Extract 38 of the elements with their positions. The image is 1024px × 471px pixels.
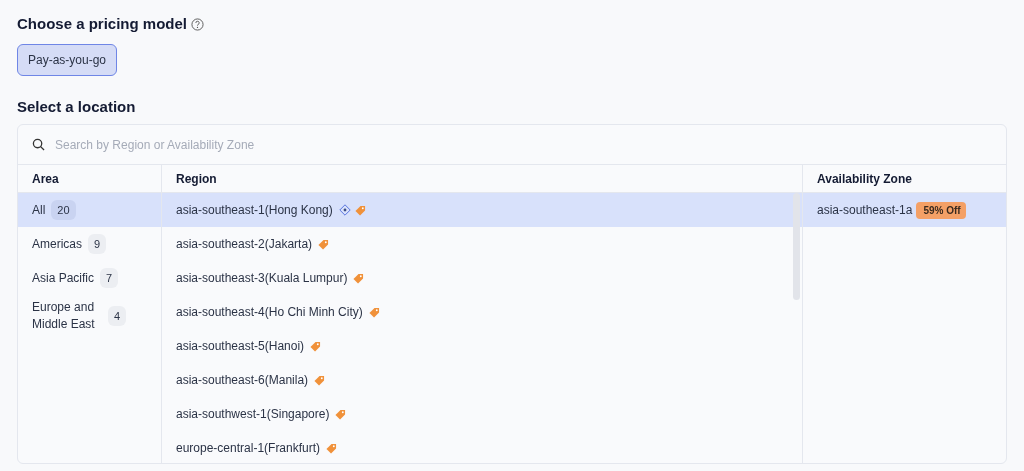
count-badge: 20 xyxy=(51,199,76,221)
area-name: Asia Pacific xyxy=(32,270,95,287)
region-item[interactable]: asia-southeast-5(Hanoi) xyxy=(162,329,802,363)
zone-name: asia-southeast-1a xyxy=(817,202,913,219)
region-item[interactable]: asia-southeast-1(Hong Kong) xyxy=(162,193,802,227)
area-item[interactable]: Americas 9 xyxy=(18,227,161,261)
area-name: Americas xyxy=(32,236,82,253)
count-badge: 9 xyxy=(88,233,107,255)
region-name: europe-central-1(Frankfurt) xyxy=(176,440,321,457)
count-badge: 4 xyxy=(108,305,127,327)
region-name: asia-southwest-1(Singapore) xyxy=(176,406,330,423)
scrollbar[interactable] xyxy=(793,193,800,300)
region-name: asia-southeast-3(Kuala Lumpur) xyxy=(176,270,348,287)
region-item[interactable]: asia-southeast-4(Ho Chi Minh City) xyxy=(162,295,802,329)
region-name: asia-southeast-2(Jakarta) xyxy=(176,236,313,253)
area-name: Europe and Middle East xyxy=(32,299,96,333)
count-badge: 7 xyxy=(100,267,119,289)
discount-tag: 59% Off xyxy=(916,201,966,219)
section-title: Choose a pricing model xyxy=(17,14,188,34)
search-field[interactable]: Search by Region or Availability Zone xyxy=(53,134,453,155)
section-title: Select a location xyxy=(17,96,137,117)
region-name: asia-southeast-1(Hong Kong) xyxy=(176,202,333,219)
pricing-option[interactable]: Pay-as-you-go xyxy=(17,43,118,76)
region-item[interactable]: asia-southeast-2(Jakarta) xyxy=(162,227,802,261)
area-item[interactable]: Europe and Middle East 4 xyxy=(18,295,161,337)
region-name: asia-southeast-4(Ho Chi Minh City) xyxy=(176,304,363,321)
region-item[interactable]: asia-southwest-1(Singapore) xyxy=(162,397,802,431)
region-item[interactable]: asia-southeast-6(Manila) xyxy=(162,363,802,397)
region-name: asia-southeast-6(Manila) xyxy=(176,372,309,389)
zone-item[interactable]: asia-southeast-1a 59% Off xyxy=(803,193,1006,227)
area-name: All xyxy=(32,202,46,219)
region-name: asia-southeast-5(Hanoi) xyxy=(176,338,305,355)
search-icon xyxy=(32,138,45,151)
area-item[interactable]: Asia Pacific 7 xyxy=(18,261,161,295)
help-icon[interactable] xyxy=(191,17,205,31)
region-item[interactable]: europe-central-1(Frankfurt) xyxy=(162,431,802,463)
area-item[interactable]: All 20 xyxy=(18,193,161,227)
region-item[interactable]: asia-southeast-3(Kuala Lumpur) xyxy=(162,261,802,295)
